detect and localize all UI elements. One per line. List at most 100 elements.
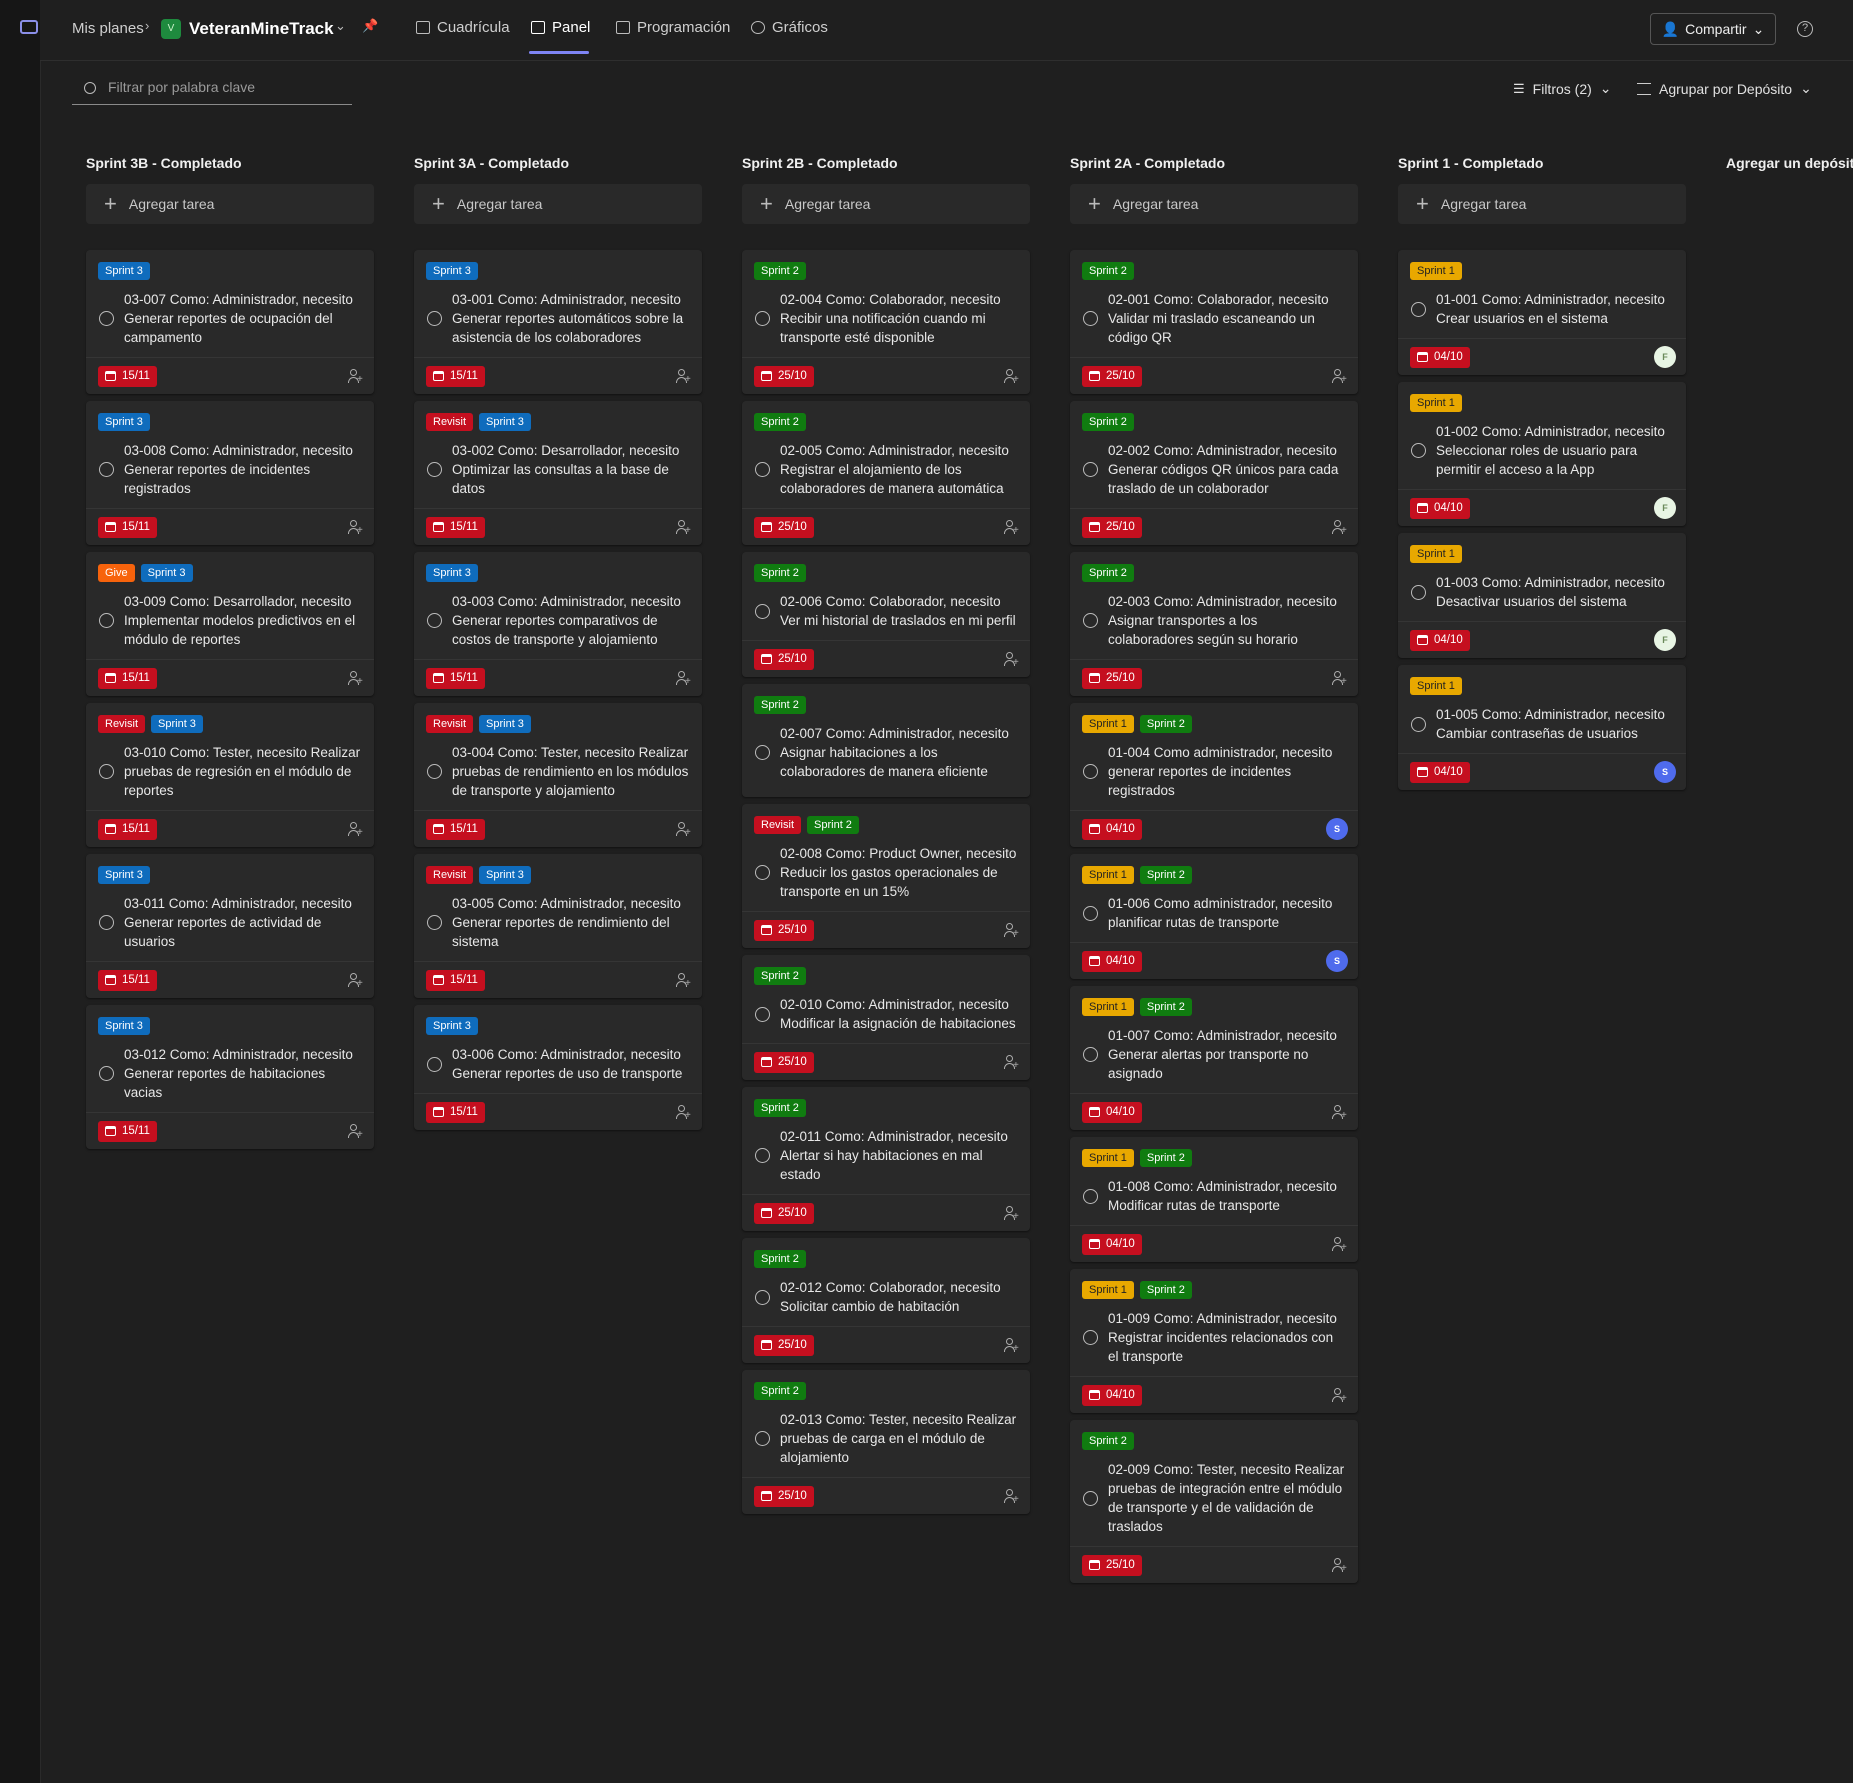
complete-task-checkbox[interactable] [427,764,442,779]
assign-person-icon[interactable]: + [1004,922,1020,939]
task-card[interactable]: Sprint 2 02-007 Como: Administrador, nece… [742,684,1030,797]
task-card[interactable]: Give Sprint 3 03-009 Como: Desarrollador, … [86,552,374,696]
plan-name[interactable]: VeteranMineTrack [189,19,334,39]
complete-task-checkbox[interactable] [1083,1330,1098,1345]
bucket-title[interactable]: Sprint 1 - Completado [1398,152,1686,174]
assignee-avatar[interactable]: S [1326,950,1348,972]
task-card[interactable]: Revisit Sprint 3 03-004 Como: Tester, nece… [414,703,702,847]
assign-person-icon[interactable]: + [348,972,364,989]
task-card[interactable]: Revisit Sprint 3 03-002 Como: Desarrollado… [414,401,702,545]
task-card[interactable]: Sprint 1 01-003 Como: Administrador, nece… [1398,533,1686,658]
tab-board[interactable]: Panel [531,19,590,36]
complete-task-checkbox[interactable] [99,462,114,477]
complete-task-checkbox[interactable] [1083,905,1098,921]
assign-person-icon[interactable]: + [676,519,692,536]
assign-person-icon[interactable]: + [348,821,364,838]
assignee-avatar[interactable]: F [1654,346,1676,368]
complete-task-checkbox[interactable] [99,1066,114,1081]
assign-person-icon[interactable]: + [676,972,692,989]
complete-task-checkbox[interactable] [755,311,770,326]
complete-task-checkbox[interactable] [427,311,442,326]
task-card[interactable]: Sprint 2 02-002 Como: Administrador, nece… [1070,401,1358,545]
task-card[interactable]: Sprint 2 02-003 Como: Administrador, nece… [1070,552,1358,696]
assignee-avatar[interactable]: F [1654,629,1676,651]
complete-task-checkbox[interactable] [427,915,442,930]
complete-task-checkbox[interactable] [427,613,442,628]
task-card[interactable]: Sprint 2 02-006 Como: Colaborador, necesi… [742,552,1030,677]
search-input[interactable] [106,78,340,96]
assign-person-icon[interactable]: + [1004,1054,1020,1071]
complete-task-checkbox[interactable] [99,311,114,326]
assign-person-icon[interactable]: + [1004,368,1020,385]
bucket-title[interactable]: Sprint 2B - Completado [742,152,1030,174]
task-card[interactable]: Sprint 1 Sprint 2 01-004 Como administrado… [1070,703,1358,847]
task-card[interactable]: Sprint 3 03-012 Como: Administrador, nece… [86,1005,374,1149]
add-task-button[interactable]: + Agregar tarea [86,184,374,224]
complete-task-checkbox[interactable] [755,1006,770,1022]
task-card[interactable]: Sprint 2 02-004 Como: Colaborador, necesi… [742,250,1030,394]
complete-task-checkbox[interactable] [1083,1188,1098,1204]
complete-task-checkbox[interactable] [427,1056,442,1072]
help-icon[interactable]: ? [1797,21,1813,37]
plan-menu-chevron-icon[interactable]: ⌄ [335,18,346,34]
assign-person-icon[interactable]: + [1004,1205,1020,1222]
group-by-button[interactable]: Agrupar por Depósito ⌄ [1637,80,1812,97]
add-task-button[interactable]: + Agregar tarea [414,184,702,224]
task-card[interactable]: Sprint 2 02-013 Como: Tester, necesito Re… [742,1370,1030,1514]
complete-task-checkbox[interactable] [755,462,770,477]
complete-task-checkbox[interactable] [1083,764,1098,779]
assign-person-icon[interactable]: + [1004,519,1020,536]
assign-person-icon[interactable]: + [348,670,364,687]
task-card[interactable]: Sprint 3 03-001 Como: Administrador, nece… [414,250,702,394]
task-card[interactable]: Sprint 2 02-012 Como: Colaborador, necesi… [742,1238,1030,1363]
task-card[interactable]: Sprint 3 03-003 Como: Administrador, nece… [414,552,702,696]
bucket-title[interactable]: Sprint 2A - Completado [1070,152,1358,174]
tab-schedule[interactable]: Programación [616,19,730,36]
assign-person-icon[interactable]: + [676,821,692,838]
assign-person-icon[interactable]: + [1332,368,1348,385]
task-card[interactable]: Sprint 1 01-001 Como: Administrador, nece… [1398,250,1686,375]
complete-task-checkbox[interactable] [1083,1047,1098,1062]
task-card[interactable]: Sprint 1 Sprint 2 01-008 Como: Administrad… [1070,1137,1358,1262]
task-card[interactable]: Sprint 3 03-007 Como: Administrador, nece… [86,250,374,394]
complete-task-checkbox[interactable] [1411,301,1426,317]
complete-task-checkbox[interactable] [755,745,770,760]
task-card[interactable]: Sprint 1 Sprint 2 01-006 Como administrado… [1070,854,1358,979]
assign-person-icon[interactable]: + [676,1104,692,1121]
task-card[interactable]: Revisit Sprint 3 03-010 Como: Tester, nece… [86,703,374,847]
keyword-filter[interactable] [72,74,352,105]
task-card[interactable]: Sprint 2 02-011 Como: Administrador, nece… [742,1087,1030,1231]
complete-task-checkbox[interactable] [755,1148,770,1163]
complete-task-checkbox[interactable] [99,915,114,930]
assign-person-icon[interactable]: + [1004,651,1020,668]
complete-task-checkbox[interactable] [1411,716,1426,732]
complete-task-checkbox[interactable] [755,603,770,619]
task-card[interactable]: Sprint 2 02-001 Como: Colaborador, necesi… [1070,250,1358,394]
tab-grid[interactable]: Cuadrícula [416,19,510,36]
assign-person-icon[interactable]: + [1332,1557,1348,1574]
assignee-avatar[interactable]: S [1654,761,1676,783]
complete-task-checkbox[interactable] [99,613,114,628]
assign-person-icon[interactable]: + [1332,670,1348,687]
complete-task-checkbox[interactable] [1083,613,1098,628]
assign-person-icon[interactable]: + [1332,1236,1348,1253]
assign-person-icon[interactable]: + [348,519,364,536]
task-card[interactable]: Sprint 2 02-009 Como: Tester, necesito Re… [1070,1420,1358,1583]
assign-person-icon[interactable]: + [676,670,692,687]
task-card[interactable]: Revisit Sprint 2 02-008 Como: Product Owne… [742,804,1030,948]
complete-task-checkbox[interactable] [1411,443,1426,458]
task-card[interactable]: Revisit Sprint 3 03-005 Como: Administrado… [414,854,702,998]
assign-person-icon[interactable]: + [1332,1104,1348,1121]
complete-task-checkbox[interactable] [99,764,114,779]
complete-task-checkbox[interactable] [1411,584,1426,600]
complete-task-checkbox[interactable] [1083,311,1098,326]
task-card[interactable]: Sprint 2 02-005 Como: Administrador, nece… [742,401,1030,545]
assign-person-icon[interactable]: + [1004,1337,1020,1354]
complete-task-checkbox[interactable] [755,865,770,880]
assignee-avatar[interactable]: F [1654,497,1676,519]
add-bucket-button[interactable]: Agregar un depósito [1726,152,1853,174]
share-button[interactable]: 👤 Compartir ⌄ [1650,13,1776,45]
assign-person-icon[interactable]: + [1004,1488,1020,1505]
task-card[interactable]: Sprint 1 Sprint 2 01-009 Como: Administrad… [1070,1269,1358,1413]
task-card[interactable]: Sprint 3 03-008 Como: Administrador, nece… [86,401,374,545]
